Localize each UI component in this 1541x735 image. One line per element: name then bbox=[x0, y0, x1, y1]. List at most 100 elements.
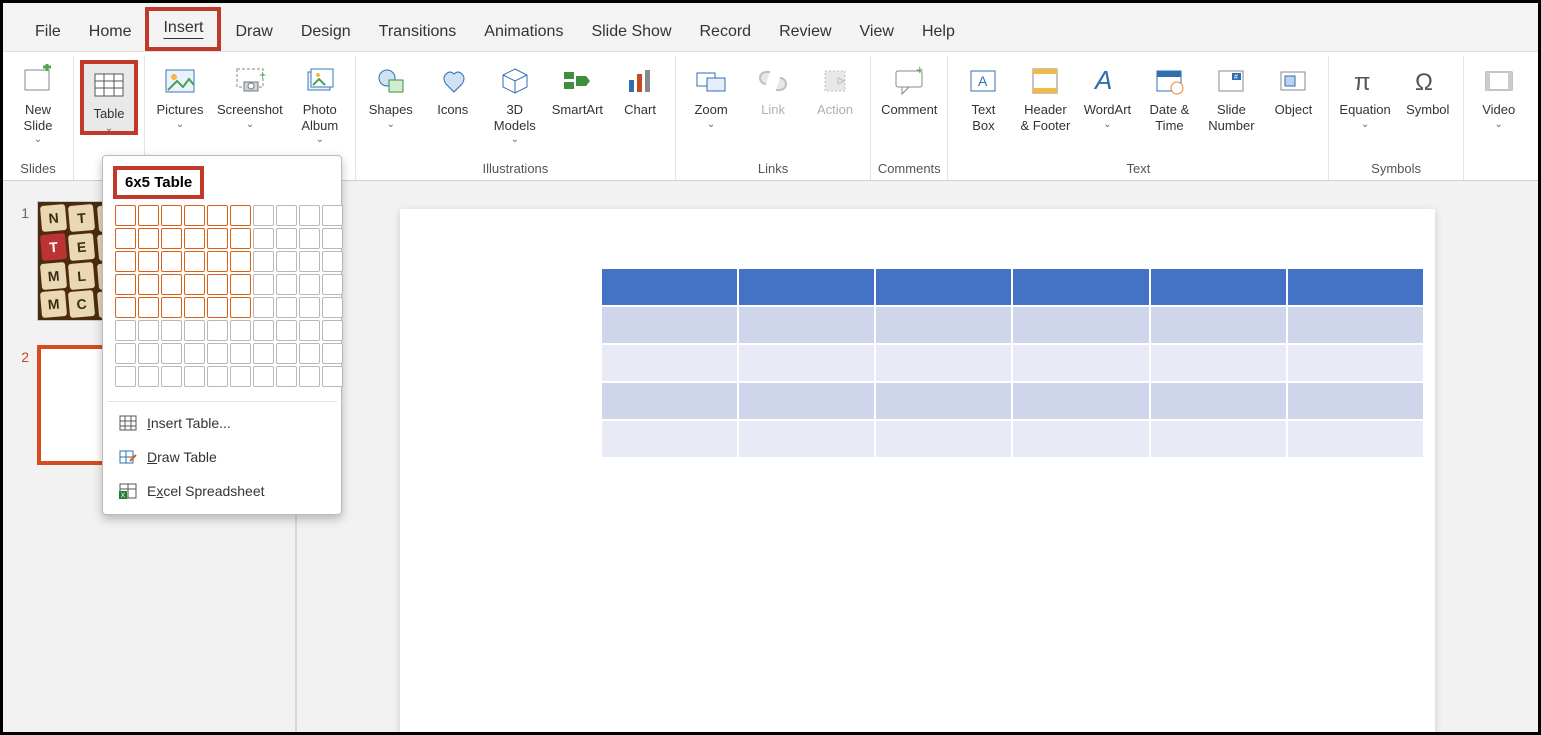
inserted-table-preview[interactable] bbox=[600, 267, 1425, 459]
tab-review[interactable]: Review bbox=[765, 15, 845, 51]
pictures-button[interactable]: Pictures ⌄ bbox=[151, 60, 209, 127]
grid-cell[interactable] bbox=[207, 297, 228, 318]
grid-cell[interactable] bbox=[299, 205, 320, 226]
date-time-button[interactable]: Date & Time bbox=[1140, 60, 1198, 133]
grid-cell[interactable] bbox=[184, 251, 205, 272]
grid-cell[interactable] bbox=[138, 205, 159, 226]
grid-cell[interactable] bbox=[253, 343, 274, 364]
grid-cell[interactable] bbox=[161, 274, 182, 295]
grid-cell[interactable] bbox=[299, 274, 320, 295]
tab-file[interactable]: File bbox=[21, 15, 75, 51]
tab-draw[interactable]: Draw bbox=[221, 15, 286, 51]
tab-slideshow[interactable]: Slide Show bbox=[577, 15, 685, 51]
grid-cell[interactable] bbox=[138, 274, 159, 295]
insert-table-menuitem[interactable]: Insert Table... bbox=[113, 406, 331, 440]
grid-cell[interactable] bbox=[115, 366, 136, 387]
grid-cell[interactable] bbox=[322, 366, 343, 387]
grid-cell[interactable] bbox=[276, 343, 297, 364]
grid-cell[interactable] bbox=[299, 251, 320, 272]
grid-cell[interactable] bbox=[276, 320, 297, 341]
excel-spreadsheet-menuitem[interactable]: X Excel Spreadsheet bbox=[113, 474, 331, 508]
screenshot-button[interactable]: + Screenshot ⌄ bbox=[213, 60, 287, 127]
grid-cell[interactable] bbox=[184, 320, 205, 341]
grid-cell[interactable] bbox=[230, 251, 251, 272]
object-button[interactable]: Object bbox=[1264, 60, 1322, 118]
smartart-button[interactable]: SmartArt bbox=[548, 60, 607, 118]
zoom-button[interactable]: Zoom⌄ bbox=[682, 60, 740, 127]
shapes-button[interactable]: Shapes⌄ bbox=[362, 60, 420, 127]
text-box-button[interactable]: AText Box bbox=[954, 60, 1012, 133]
grid-cell[interactable] bbox=[184, 205, 205, 226]
grid-cell[interactable] bbox=[299, 366, 320, 387]
symbol-button[interactable]: ΩSymbol bbox=[1399, 60, 1457, 118]
grid-cell[interactable] bbox=[161, 205, 182, 226]
grid-cell[interactable] bbox=[299, 228, 320, 249]
grid-cell[interactable] bbox=[207, 228, 228, 249]
grid-cell[interactable] bbox=[230, 297, 251, 318]
draw-table-menuitem[interactable]: Draw Table bbox=[113, 440, 331, 474]
grid-cell[interactable] bbox=[115, 205, 136, 226]
grid-cell[interactable] bbox=[276, 228, 297, 249]
grid-cell[interactable] bbox=[161, 251, 182, 272]
grid-cell[interactable] bbox=[253, 205, 274, 226]
tab-design[interactable]: Design bbox=[287, 15, 365, 51]
3d-models-button[interactable]: 3D Models⌄ bbox=[486, 60, 544, 142]
grid-cell[interactable] bbox=[184, 343, 205, 364]
grid-cell[interactable] bbox=[322, 297, 343, 318]
comment-button[interactable]: +Comment bbox=[877, 60, 941, 118]
slide-number-button[interactable]: #Slide Number bbox=[1202, 60, 1260, 133]
grid-cell[interactable] bbox=[115, 343, 136, 364]
tab-view[interactable]: View bbox=[846, 15, 908, 51]
grid-cell[interactable] bbox=[253, 251, 274, 272]
grid-cell[interactable] bbox=[253, 320, 274, 341]
slide-canvas[interactable] bbox=[400, 209, 1435, 732]
grid-cell[interactable] bbox=[115, 320, 136, 341]
grid-cell[interactable] bbox=[184, 297, 205, 318]
grid-cell[interactable] bbox=[230, 274, 251, 295]
grid-cell[interactable] bbox=[138, 228, 159, 249]
grid-cell[interactable] bbox=[276, 274, 297, 295]
grid-cell[interactable] bbox=[207, 343, 228, 364]
grid-cell[interactable] bbox=[138, 343, 159, 364]
grid-cell[interactable] bbox=[184, 274, 205, 295]
video-button[interactable]: Video⌄ bbox=[1470, 60, 1528, 127]
grid-cell[interactable] bbox=[184, 366, 205, 387]
grid-cell[interactable] bbox=[253, 297, 274, 318]
icons-button[interactable]: Icons bbox=[424, 60, 482, 118]
grid-cell[interactable] bbox=[161, 297, 182, 318]
grid-cell[interactable] bbox=[230, 366, 251, 387]
grid-cell[interactable] bbox=[322, 228, 343, 249]
tab-record[interactable]: Record bbox=[686, 15, 766, 51]
grid-cell[interactable] bbox=[322, 205, 343, 226]
grid-cell[interactable] bbox=[299, 320, 320, 341]
grid-cell[interactable] bbox=[138, 297, 159, 318]
grid-cell[interactable] bbox=[322, 274, 343, 295]
chart-button[interactable]: Chart bbox=[611, 60, 669, 118]
tab-insert[interactable]: Insert bbox=[145, 7, 221, 51]
grid-cell[interactable] bbox=[207, 251, 228, 272]
header-footer-button[interactable]: Header & Footer bbox=[1016, 60, 1074, 133]
grid-cell[interactable] bbox=[207, 366, 228, 387]
grid-cell[interactable] bbox=[322, 343, 343, 364]
grid-cell[interactable] bbox=[115, 274, 136, 295]
grid-cell[interactable] bbox=[276, 297, 297, 318]
grid-cell[interactable] bbox=[230, 228, 251, 249]
wordart-button[interactable]: AWordArt⌄ bbox=[1078, 60, 1136, 127]
grid-cell[interactable] bbox=[161, 343, 182, 364]
photo-album-button[interactable]: Photo Album ⌄ bbox=[291, 60, 349, 142]
grid-cell[interactable] bbox=[322, 320, 343, 341]
grid-cell[interactable] bbox=[230, 320, 251, 341]
grid-cell[interactable] bbox=[253, 366, 274, 387]
grid-cell[interactable] bbox=[207, 205, 228, 226]
equation-button[interactable]: πEquation⌄ bbox=[1335, 60, 1394, 127]
grid-cell[interactable] bbox=[253, 274, 274, 295]
grid-cell[interactable] bbox=[138, 320, 159, 341]
grid-cell[interactable] bbox=[230, 205, 251, 226]
grid-cell[interactable] bbox=[161, 366, 182, 387]
grid-cell[interactable] bbox=[115, 297, 136, 318]
grid-cell[interactable] bbox=[138, 251, 159, 272]
grid-cell[interactable] bbox=[276, 205, 297, 226]
grid-cell[interactable] bbox=[299, 343, 320, 364]
grid-cell[interactable] bbox=[299, 297, 320, 318]
grid-cell[interactable] bbox=[207, 320, 228, 341]
